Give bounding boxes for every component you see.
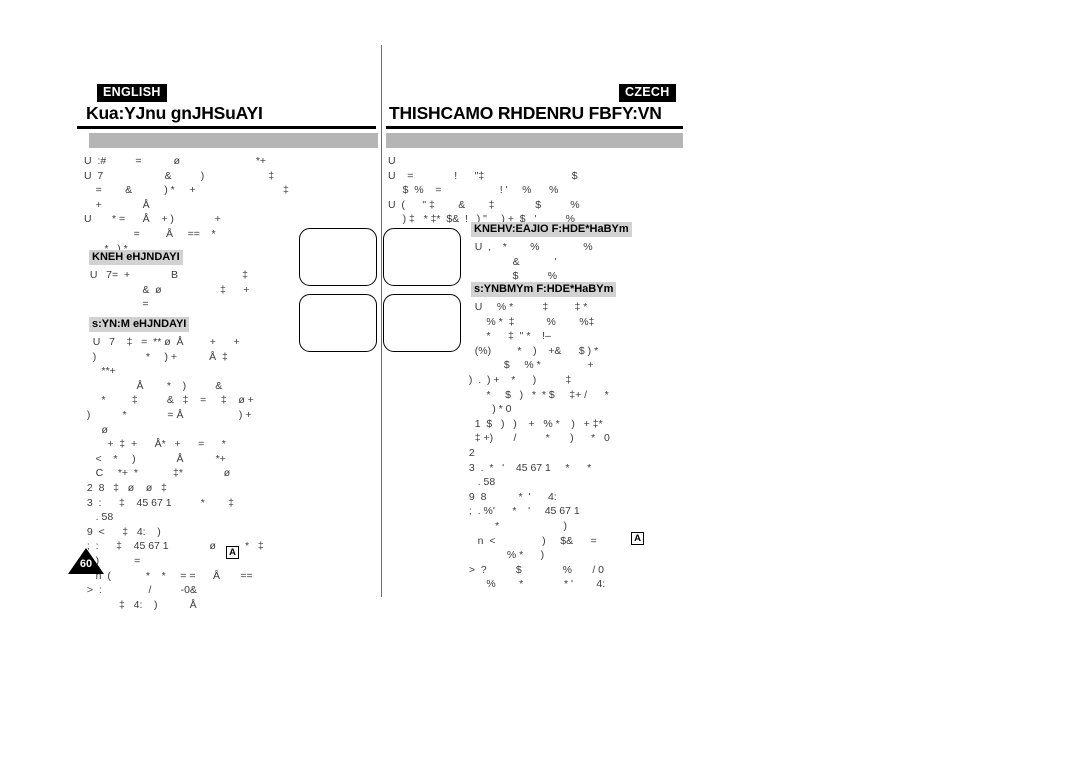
figure-box-top-left: [299, 228, 377, 286]
figure-box-bottom-right: [383, 294, 461, 352]
column-divider: [381, 45, 382, 597]
section-bar-left: [89, 133, 378, 148]
figure-box-top-right: [383, 228, 461, 286]
title-rule-left: [77, 126, 376, 129]
boxed-a-marker-right: A: [631, 532, 644, 545]
section-bar-right: [386, 133, 683, 148]
subsection-text-left-1: U 7= + B ‡ & ø ‡ + =: [89, 269, 250, 311]
figure-box-bottom-left: [299, 294, 377, 352]
page-title-right: THISHCAMO RHDENRU FBFY:VN: [389, 103, 662, 123]
intro-text-right: U U = ! "‡ $ $ % = ! ' % % U ( " ‡ & ‡ $…: [388, 155, 580, 226]
subsection-head-right-2: s:YNBMYm F:HDE*HaBYm: [471, 282, 617, 298]
page-title-left: Kua:YJnu gnJHSuAYI: [86, 103, 263, 123]
subsection-head-left-1: KNEH eHJNDAYI: [89, 250, 183, 266]
boxed-a-marker-left: A: [226, 546, 239, 559]
manual-page: ENGLISH Kua:YJnu gnJHSuAYI U :# = ø *+ U…: [0, 0, 1080, 763]
language-badge-czech: CZECH: [619, 84, 676, 102]
page-number-marker: 60: [68, 548, 104, 574]
subsection-text-right-2: U % * ‡ ‡ * % * ‡ % %‡ * ‡ " * !– (%) * …: [468, 301, 610, 591]
page-number-text: 60: [79, 558, 93, 570]
subsection-head-left-2: s:YN:M eHJNDAYI: [89, 317, 190, 333]
language-badge-english: ENGLISH: [97, 84, 167, 102]
subsection-head-right-1: KNEHV:EAJIO F:HDE*HaBYm: [471, 222, 632, 238]
title-rule-right: [386, 126, 683, 129]
subsection-text-right-1: U , * % % & ' $ %: [474, 241, 593, 283]
subsection-text-left-2: U 7 ‡ = ** ø Å + + ) * ) + Å ‡ **+ Å * )…: [86, 336, 264, 611]
intro-text-left: U :# = ø *+ U 7 & ) ‡ = & ) * + ‡ + Å U …: [84, 155, 289, 255]
